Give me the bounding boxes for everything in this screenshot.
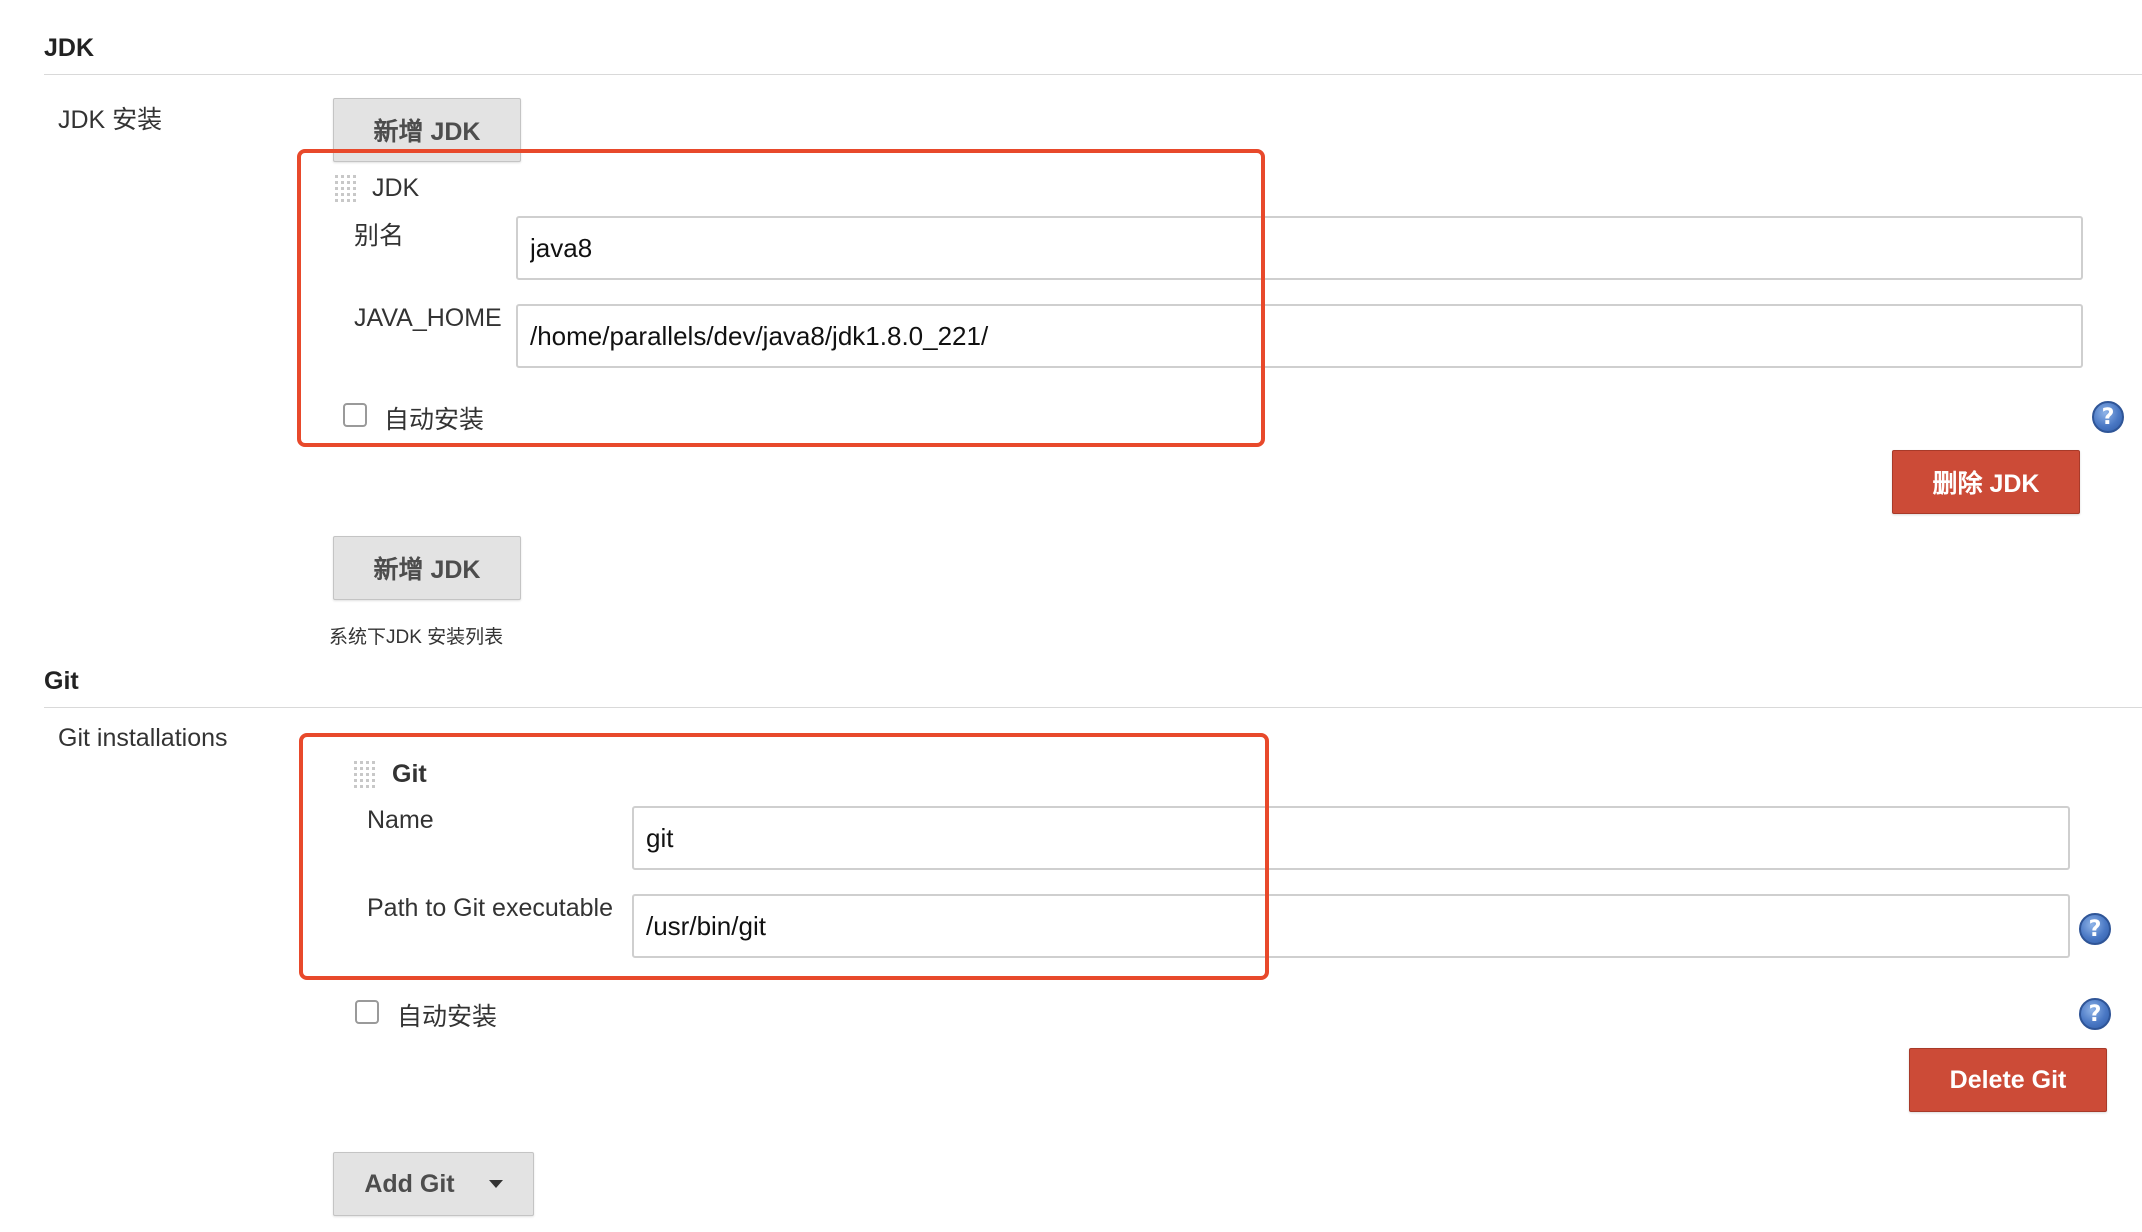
drag-handle-icon[interactable] (334, 174, 356, 202)
jdk-item-header: JDK (372, 174, 420, 202)
add-git-label: Add Git (364, 1169, 455, 1198)
add-jdk-button[interactable]: 新增 JDK (333, 536, 521, 600)
java-home-input[interactable] (516, 304, 2083, 368)
git-installations-label: Git installations (58, 724, 228, 752)
git-item-header: Git (392, 760, 427, 788)
jdk-alias-input[interactable] (516, 216, 2083, 280)
git-path-label: Path to Git executable (367, 894, 613, 922)
git-name-input[interactable] (632, 806, 2070, 870)
drag-handle-icon[interactable] (353, 760, 375, 788)
git-path-input[interactable] (632, 894, 2070, 958)
git-auto-install-checkbox[interactable] (355, 1000, 379, 1024)
jdk-section-title: JDK (44, 34, 95, 62)
help-icon[interactable]: ? (2079, 913, 2111, 945)
git-section-title: Git (44, 667, 79, 695)
delete-git-button[interactable]: Delete Git (1909, 1048, 2107, 1112)
java-home-label: JAVA_HOME (354, 304, 502, 332)
caret-down-icon (488, 1180, 503, 1188)
git-section-divider (44, 707, 2142, 708)
git-auto-install-label: 自动安装 (397, 1003, 498, 1031)
jdk-alias-label: 别名 (354, 222, 405, 250)
jdk-hint-text: 系统下JDK 安装列表 (329, 627, 504, 648)
delete-jdk-button[interactable]: 删除 JDK (1892, 450, 2080, 514)
git-name-label: Name (367, 806, 434, 834)
help-icon[interactable]: ? (2092, 401, 2124, 433)
help-icon[interactable]: ? (2079, 998, 2111, 1030)
jdk-installations-label: JDK 安装 (58, 106, 163, 134)
add-jdk-button-top[interactable]: 新增 JDK (333, 98, 521, 162)
jdk-section-divider (44, 74, 2142, 75)
add-git-button[interactable]: Add Git (333, 1152, 534, 1216)
jdk-auto-install-label: 自动安装 (384, 406, 485, 434)
jdk-auto-install-checkbox[interactable] (343, 403, 367, 427)
